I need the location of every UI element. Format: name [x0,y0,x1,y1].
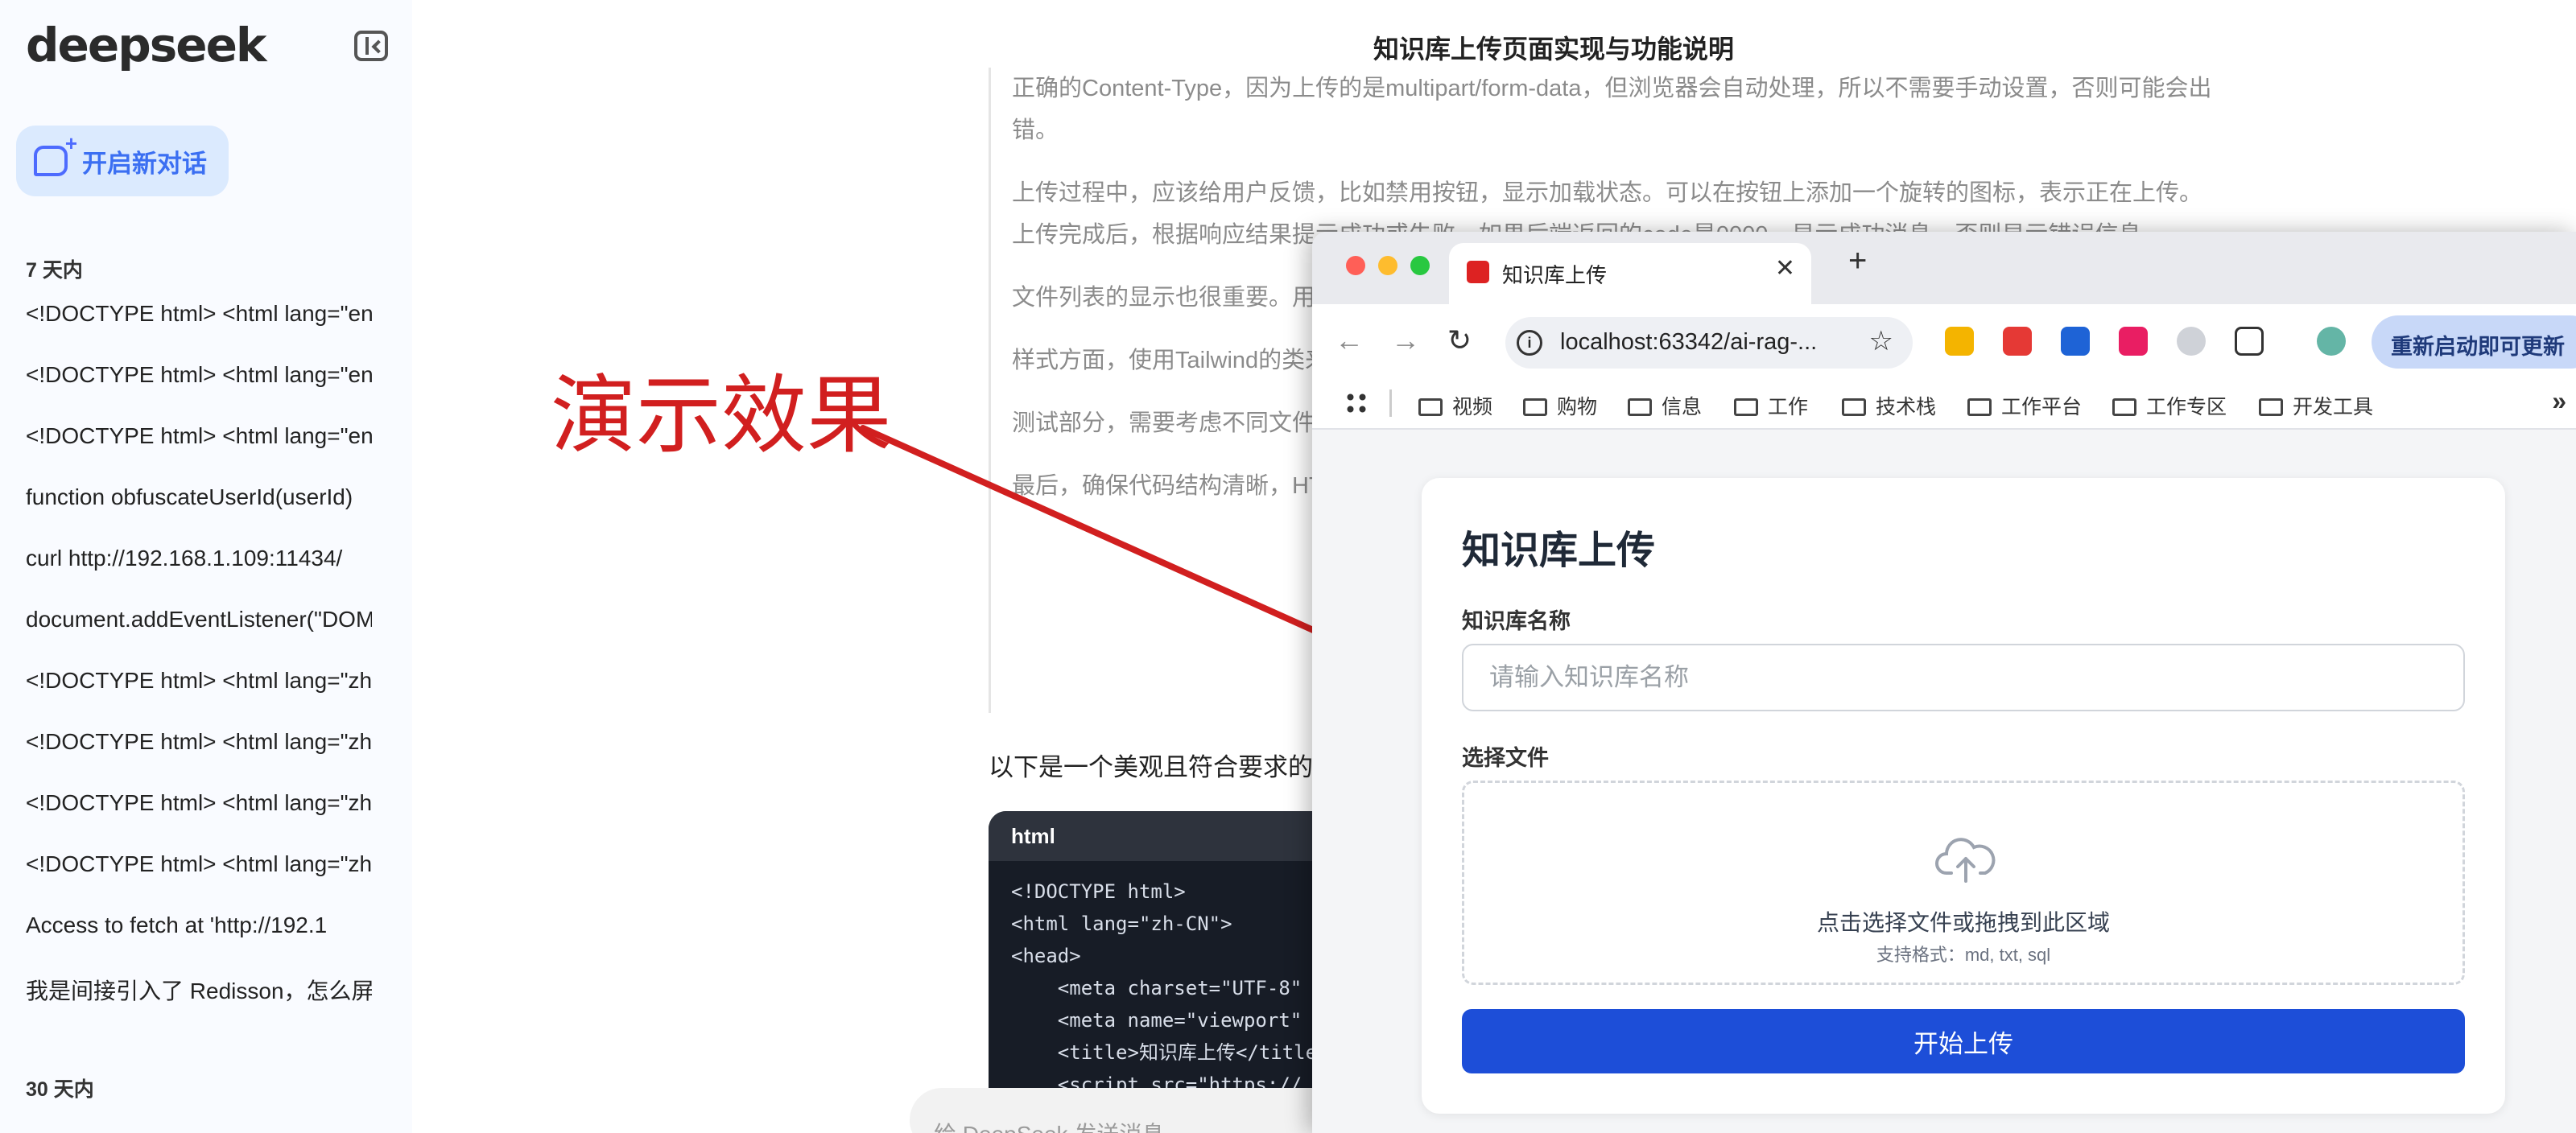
kb-name-input[interactable] [1462,644,2465,711]
bookmark-folder[interactable]: 工作 [1734,391,1808,420]
sidebar: deepseek 开启新对话 7 天内 <!DOCTYPE html> <htm… [0,0,412,1133]
extension-icon[interactable] [1945,327,1974,356]
file-dropzone[interactable]: 点击选择文件或拖拽到此区域 支持格式：md, txt, sql [1462,781,2465,985]
folder-icon [1967,398,1992,416]
section-label-recent: 7 天内 [26,259,83,282]
new-tab-icon[interactable]: + [1848,243,1867,279]
history-item[interactable]: <!DOCTYPE html> <html lang="en [26,423,372,484]
bookmark-folder[interactable]: 工作平台 [1967,391,2082,420]
history-item[interactable]: Access to fetch at 'http://192.1 [26,913,372,974]
history-item[interactable]: <!DOCTYPE html> <html lang="zh [26,668,372,729]
code-language: html [989,811,1359,861]
extension-icon[interactable] [2061,327,2090,356]
upload-card: 知识库上传 知识库名称 选择文件 点击选择文件或拖拽到此区域 支持格式：md, … [1422,478,2505,1114]
history-item[interactable]: document.addEventListener("DOM [26,607,372,668]
file-select-label: 选择文件 [1462,746,1549,770]
kb-name-label: 知识库名称 [1462,609,1571,633]
profile-avatar[interactable] [2317,327,2346,356]
folder-icon [2259,398,2283,416]
star-icon[interactable]: ☆ [1869,325,1893,357]
answer-intro: 以下是一个美观且符合要求的 [989,753,1313,781]
history-item[interactable]: <!DOCTYPE html> <html lang="en [26,362,372,423]
apps-icon[interactable] [1344,391,1368,415]
history-item[interactable]: <!DOCTYPE html> <html lang="zh [26,851,372,913]
dropzone-text: 点击选择文件或拖拽到此区域 [1816,910,2110,935]
folder-icon [1628,398,1652,416]
code-line: <meta name="viewport" [1011,1009,1302,1032]
tab-strip: 知识库上传 ✕ + [1312,232,2576,304]
info-icon[interactable]: i [1517,330,1542,356]
minimize-window-icon[interactable] [1378,256,1397,275]
more-icon[interactable]: » [2552,386,2566,416]
page-title: 知识库上传页面实现与功能说明 [1373,35,1734,64]
start-upload-button[interactable]: 开始上传 [1462,1009,2465,1073]
extensions-icon[interactable] [2235,327,2264,356]
extension-icon[interactable] [2119,327,2148,356]
bookmark-folder[interactable]: 技术栈 [1842,391,1936,420]
section-label-older: 30 天内 [26,1078,94,1101]
update-button[interactable]: 重新启动即可更新 [2372,315,2576,369]
close-window-icon[interactable] [1346,256,1365,275]
upload-page-title: 知识库上传 [1462,529,1656,572]
forward-icon[interactable]: → [1391,323,1420,357]
supported-formats-hint: 支持格式：md, txt, sql [1876,945,2051,965]
demo-annotation-label: 演示效果 [551,366,892,465]
reasoning-paragraph: 正确的Content-Type，因为上传的是multipart/form-dat… [1012,76,2212,143]
bookmark-folder[interactable]: 视频 [1418,391,1492,420]
reload-icon[interactable]: ↻ [1447,323,1472,357]
bookmark-folder[interactable]: 购物 [1523,391,1597,420]
tab-knowledge-upload[interactable]: 知识库上传 ✕ [1449,243,1811,304]
history-item[interactable]: <!DOCTYPE html> <html lang="zh [26,790,372,851]
extension-icon[interactable] [2003,327,2032,356]
brand-logo: deepseek [26,18,266,72]
history-item[interactable]: curl http://192.168.1.109:11434/ [26,546,372,607]
collapse-sidebar-icon[interactable] [354,31,388,61]
browser-window: 知识库上传 ✕ + ← → ↻ i localhost:63342/ai-rag… [1312,232,2576,1133]
history-item[interactable]: function obfuscateUserId(userId) [26,484,372,546]
history-item[interactable]: <!DOCTYPE html> <html lang="zh [26,729,372,790]
code-line: <meta charset="UTF-8" [1011,977,1302,999]
folder-icon [1734,398,1758,416]
address-bar[interactable]: i localhost:63342/ai-rag-... ☆ [1505,317,1913,369]
code-line: <!DOCTYPE html> [1011,880,1186,903]
bookmark-folder[interactable]: 信息 [1628,391,1702,420]
folder-icon [1418,398,1443,416]
history-item[interactable]: <!DOCTYPE html> <html lang="en [26,301,372,362]
cloud-upload-icon [1935,838,1996,883]
history-item[interactable]: 我是间接引入了 Redisson，怎么屏 [26,974,372,1035]
favicon-icon [1467,261,1489,283]
new-chat-icon [34,131,77,176]
bookmarks-bar: 视频 购物 信息 工作 技术栈 工作平台 工作专区 开发工具 » [1312,378,2576,430]
bookmark-folder[interactable]: 开发工具 [2259,391,2373,420]
browser-toolbar: ← → ↻ i localhost:63342/ai-rag-... ☆ 重新启… [1312,304,2576,378]
chat-history-list: <!DOCTYPE html> <html lang="en <!DOCTYPE… [26,301,372,1035]
url-text: localhost:63342/ai-rag-... [1560,329,1818,355]
new-chat-button[interactable]: 开启新对话 [16,126,229,196]
zoom-window-icon[interactable] [1410,256,1430,275]
close-tab-icon[interactable]: ✕ [1775,254,1795,282]
bookmarks-divider [1389,389,1392,417]
extension-icon[interactable] [2177,327,2206,356]
folder-icon [1523,398,1547,416]
tab-title: 知识库上传 [1502,263,1608,287]
folder-icon [2112,398,2136,416]
code-line: <title>知识库上传</title> [1011,1041,1329,1064]
code-block: html <!DOCTYPE html> <html lang="zh-CN"> <… [989,811,1359,1133]
code-content: <!DOCTYPE html> <html lang="zh-CN"> <head>… [989,861,1359,1115]
new-chat-label: 开启新对话 [82,149,207,178]
bookmark-folder[interactable]: 工作专区 [2112,391,2227,420]
code-line: <head> [1011,945,1081,967]
folder-icon [1842,398,1866,416]
back-icon[interactable]: ← [1335,323,1364,357]
code-line: <html lang="zh-CN"> [1011,913,1232,935]
